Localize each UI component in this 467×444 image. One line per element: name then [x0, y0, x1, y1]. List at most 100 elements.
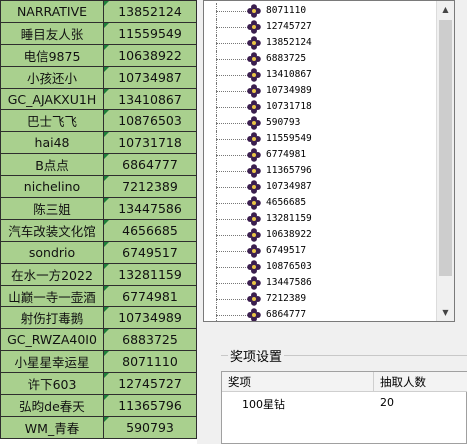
name-cell[interactable]: hai48 — [0, 131, 104, 155]
list-item-label: 10876503 — [266, 261, 312, 272]
list-item[interactable]: 6749517 — [204, 243, 437, 259]
id-cell[interactable]: 10734989 — [103, 306, 197, 330]
list-item-label: 12745727 — [266, 21, 312, 32]
id-cell[interactable]: 13281159 — [103, 262, 197, 286]
column-header-count[interactable]: 抽取人数 — [374, 372, 467, 392]
name-cell[interactable]: 弘昀de春天 — [0, 394, 104, 417]
list-item[interactable]: 13852124 — [204, 35, 437, 51]
id-cell[interactable]: 6749517 — [103, 240, 197, 264]
name-cell[interactable]: 小孩还小 — [0, 65, 104, 89]
list-item[interactable]: 590793 — [204, 115, 437, 131]
name-cell[interactable]: 电信9875 — [0, 43, 104, 67]
list-item[interactable]: 11559549 — [204, 131, 437, 147]
tree-branch — [216, 123, 248, 124]
list-item[interactable]: 8071110 — [204, 3, 437, 19]
name-cell[interactable]: 陈三姐 — [0, 197, 104, 220]
list-item[interactable]: 6883725 — [204, 51, 437, 67]
id-cell[interactable]: 11559549 — [103, 21, 197, 45]
listbox-items: 8071110 12745727 13852124 6883725 13410867 10… — [204, 3, 437, 321]
id-cell[interactable]: 4656685 — [103, 218, 197, 242]
flower-icon — [247, 228, 261, 242]
scroll-down-button[interactable]: ▼ — [438, 305, 453, 320]
id-cell[interactable]: 6774981 — [103, 284, 197, 308]
id-cell[interactable]: 590793 — [103, 415, 197, 439]
list-item[interactable]: 4656685 — [204, 195, 437, 211]
id-cell[interactable]: 6864777 — [103, 153, 197, 177]
list-item-label: 13281159 — [266, 213, 312, 224]
flower-icon — [247, 36, 261, 50]
table-row: GC_AJAKXU1H 13410867 — [0, 87, 197, 111]
id-cell[interactable]: 10876503 — [103, 109, 197, 133]
id-cell[interactable]: 6883725 — [103, 328, 197, 352]
name-cell[interactable]: GC_AJAKXU1H — [0, 87, 104, 111]
name-cell[interactable]: 小星星幸运星 — [0, 350, 104, 374]
tree-branch — [216, 203, 248, 204]
list-item-label: 11365796 — [266, 165, 312, 176]
table-row: 山巅一寺一壶酒 6774981 — [0, 284, 197, 308]
list-item[interactable]: 10731718 — [204, 99, 437, 115]
name-cell[interactable]: sondrio — [0, 240, 104, 264]
name-cell[interactable]: 睡目友人张 — [0, 21, 104, 45]
id-cell[interactable]: 10638922 — [103, 43, 197, 67]
scroll-up-button[interactable]: ▲ — [438, 2, 453, 17]
id-cell[interactable]: 8071110 — [103, 350, 197, 374]
name-cell[interactable]: 许下603 — [0, 372, 104, 396]
list-item-label: 8071110 — [266, 5, 307, 16]
name-cell[interactable]: 巴士飞飞 — [0, 109, 104, 133]
list-item[interactable]: 10734987 — [204, 179, 437, 195]
table-row: sondrio 6749517 — [0, 240, 197, 264]
id-cell[interactable]: 13852124 — [103, 0, 197, 23]
listbox-scrollbar[interactable]: ▲ ▼ — [436, 1, 454, 321]
list-item[interactable]: 11365796 — [204, 163, 437, 179]
column-header-prize[interactable]: 奖项 — [222, 372, 374, 392]
list-item[interactable]: 13410867 — [204, 67, 437, 83]
name-cell[interactable]: GC_RWZA40I0 — [0, 328, 104, 352]
name-cell[interactable]: 在水一方2022 — [0, 262, 104, 286]
list-item[interactable]: 6774981 — [204, 147, 437, 163]
name-cell[interactable]: WM_青春 — [0, 415, 104, 439]
list-item[interactable]: 12745727 — [204, 19, 437, 35]
list-item-label: 6774981 — [266, 149, 307, 160]
name-cell[interactable]: nichelino — [0, 175, 104, 199]
id-listbox[interactable]: 8071110 12745727 13852124 6883725 13410867 10… — [203, 0, 455, 322]
id-cell[interactable]: 10734987 — [103, 65, 197, 89]
id-cell[interactable]: 13410867 — [103, 87, 197, 111]
id-cell[interactable]: 12745727 — [103, 372, 197, 396]
list-item[interactable]: 13281159 — [204, 211, 437, 227]
table-row: GC_RWZA40I0 6883725 — [0, 328, 197, 352]
flower-icon — [247, 148, 261, 162]
list-item-label: 6864777 — [266, 309, 307, 320]
list-item-label: 10731718 — [266, 101, 312, 112]
table-row: 睡目友人张 11559549 — [0, 21, 197, 45]
tree-branch — [216, 107, 248, 108]
id-cell[interactable]: 13447586 — [103, 197, 197, 220]
list-item-label: 10638922 — [266, 229, 312, 240]
flower-icon — [247, 308, 261, 321]
list-item-label: 590793 — [266, 117, 301, 128]
list-item[interactable]: 10876503 — [204, 259, 437, 275]
id-cell[interactable]: 10731718 — [103, 131, 197, 155]
name-cell[interactable]: 射伤打毒鹅 — [0, 306, 104, 330]
name-cell[interactable]: 汽车改装文化馆 — [0, 218, 104, 242]
list-item[interactable]: 6864777 — [204, 307, 437, 321]
list-item[interactable]: 10638922 — [204, 227, 437, 243]
prize-grid[interactable]: 奖项 抽取人数 100星钻 20 — [221, 371, 467, 444]
scroll-thumb[interactable] — [439, 20, 452, 276]
list-item-label: 6749517 — [266, 245, 307, 256]
name-cell[interactable]: B点点 — [0, 153, 104, 177]
list-item[interactable]: 7212389 — [204, 291, 437, 307]
flower-icon — [247, 276, 261, 290]
tree-branch — [216, 139, 248, 140]
name-cell[interactable]: NARRATIVE — [0, 0, 104, 23]
id-cell[interactable]: 11365796 — [103, 394, 197, 417]
tree-branch — [216, 219, 248, 220]
list-item[interactable]: 10734989 — [204, 83, 437, 99]
list-item[interactable]: 13447586 — [204, 275, 437, 291]
list-item-label: 4656685 — [266, 197, 307, 208]
table-row: B点点 6864777 — [0, 153, 197, 177]
name-cell[interactable]: 山巅一寺一壶酒 — [0, 284, 104, 308]
prize-name-cell[interactable]: 100星钻 — [242, 396, 285, 412]
prize-count-cell[interactable]: 20 — [380, 396, 394, 409]
flower-icon — [247, 260, 261, 274]
id-cell[interactable]: 7212389 — [103, 175, 197, 199]
